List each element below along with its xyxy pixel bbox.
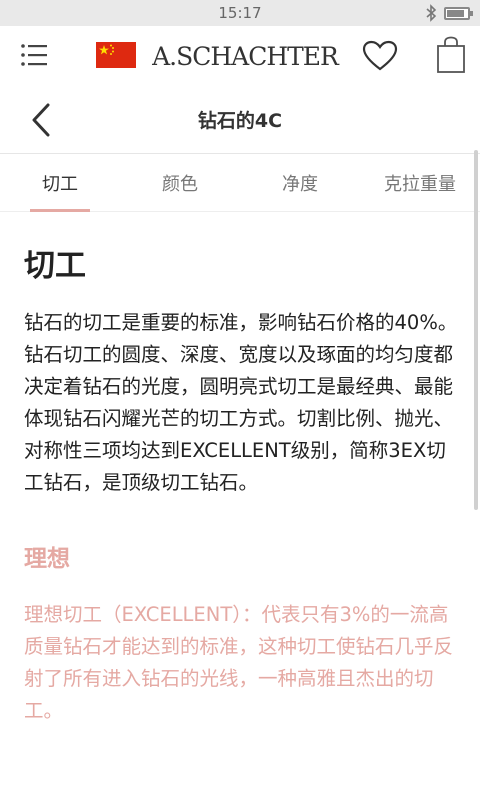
section-heading: 切工: [24, 248, 86, 284]
ideal-heading: 理想: [24, 546, 70, 572]
tab-carat-weight[interactable]: 克拉重量: [360, 154, 480, 211]
tab-clarity[interactable]: 净度: [240, 154, 360, 211]
page-title: 钻石的4C: [197, 110, 283, 132]
tab-bar: 切工 颜色 净度 克拉重量: [0, 154, 480, 212]
brand-logo[interactable]: A.SCHACHTER: [150, 38, 340, 74]
tab-cut[interactable]: 切工: [0, 154, 120, 212]
shopping-bag-icon[interactable]: [436, 36, 466, 74]
battery-icon: [444, 6, 473, 20]
status-time: 15:17: [218, 4, 262, 22]
heart-icon[interactable]: [362, 40, 398, 72]
battery-level: [447, 9, 464, 17]
top-bar: A.SCHACHTER: [0, 26, 480, 86]
content-area: 切工 钻石的切工是重要的标准，影响钻石价格的40%。钻石切工的圆度、深度、宽度以…: [24, 212, 458, 727]
bluetooth-icon: [426, 4, 437, 22]
scrollbar[interactable]: [474, 150, 478, 510]
tab-color[interactable]: 颜色: [120, 154, 240, 211]
status-icons: [424, 4, 473, 22]
section-body: 钻石的切工是重要的标准，影响钻石价格的40%。钻石切工的圆度、深度、宽度以及琢面…: [24, 311, 458, 494]
china-flag-icon[interactable]: [96, 42, 136, 68]
ideal-body: 理想切工（EXCELLENT）：代表只有3%的一流高质量钻石才能达到的标准，这种…: [24, 603, 454, 722]
title-bar: 钻石的4C: [0, 86, 480, 154]
menu-icon[interactable]: [20, 42, 48, 68]
status-bar: 15:17: [0, 0, 480, 26]
